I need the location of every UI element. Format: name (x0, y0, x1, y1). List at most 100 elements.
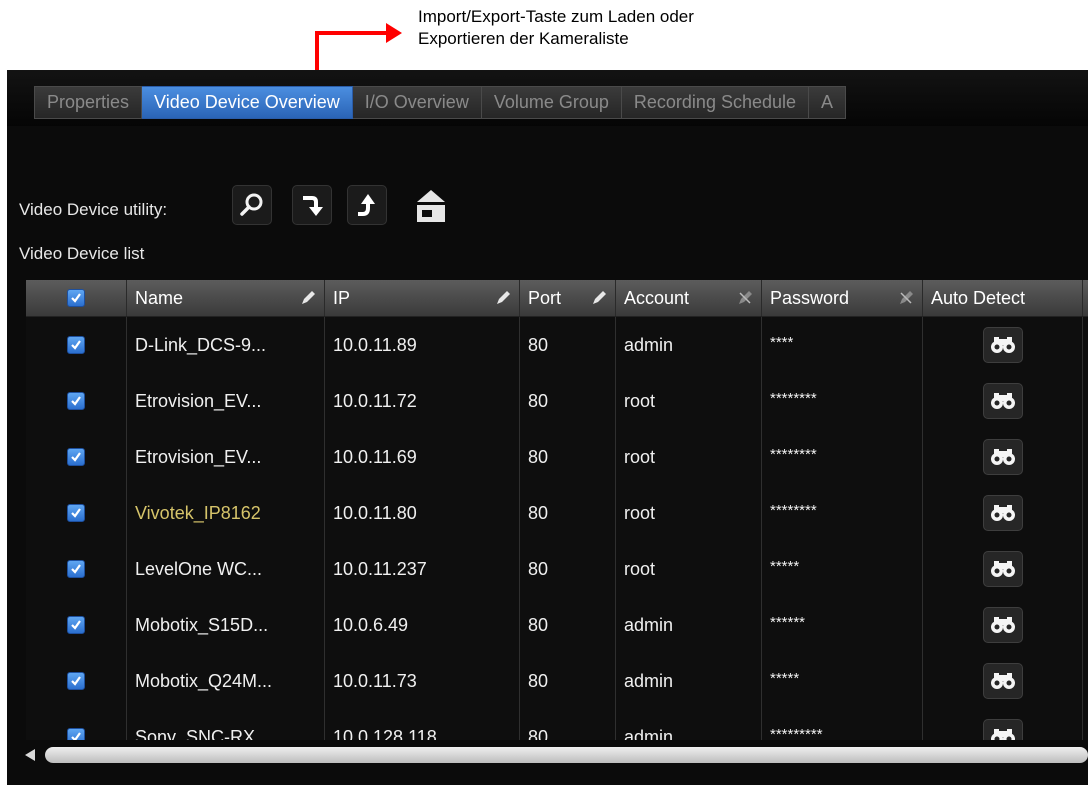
table-row[interactable]: Mobotix_Q24M... 10.0.11.73 80 admin ***** (26, 653, 1088, 710)
cell-account[interactable]: admin (616, 709, 762, 740)
cell-account[interactable]: root (616, 485, 762, 541)
table-row[interactable]: D-Link_DCS-9... 10.0.11.89 80 admin **** (26, 317, 1088, 374)
auto-detect-button[interactable] (982, 495, 1023, 531)
table-row[interactable]: Vivotek_IP8162 10.0.11.80 80 root ******** (26, 485, 1088, 542)
cell-password[interactable]: ***** (762, 653, 923, 709)
cell-port[interactable]: 80 (520, 373, 616, 429)
cell-name-text: D-Link_DCS-9... (135, 334, 267, 355)
table-row[interactable]: Etrovision_EV... 10.0.11.69 80 root ******** (26, 429, 1088, 486)
table-row[interactable]: Mobotix_S15D... 10.0.6.49 80 admin ****** (26, 597, 1088, 654)
cell-name[interactable]: Mobotix_Q24M... (127, 653, 325, 709)
select-all-checkbox[interactable] (67, 289, 85, 307)
cell-name[interactable]: Etrovision_EV... (127, 429, 325, 485)
cell-ip[interactable]: 10.0.11.80 (325, 485, 520, 541)
tab-io-overview[interactable]: I/O Overview (352, 86, 482, 119)
cell-port[interactable]: 80 (520, 429, 616, 485)
cell-account[interactable]: admin (616, 317, 762, 373)
cell-name[interactable]: Vivotek_IP8162 (127, 485, 325, 541)
header-name[interactable]: Name (127, 280, 325, 316)
cell-account[interactable]: root (616, 541, 762, 597)
cell-account-text: admin (624, 726, 674, 741)
import-button[interactable] (292, 185, 332, 225)
cell-password[interactable]: **** (762, 317, 923, 373)
row-checkbox[interactable] (67, 560, 85, 578)
cell-password[interactable]: ****** (762, 597, 923, 653)
cell-port[interactable]: 80 (520, 317, 616, 373)
cell-ip[interactable]: 10.0.128.118 (325, 709, 520, 740)
auto-detect-button[interactable] (982, 383, 1023, 419)
cell-name[interactable]: Sony_SNC-RX... (127, 709, 325, 740)
row-checkbox[interactable] (67, 616, 85, 634)
tab-volume-group[interactable]: Volume Group (481, 86, 622, 119)
cell-ip[interactable]: 10.0.11.72 (325, 373, 520, 429)
cell-port[interactable]: 80 (520, 541, 616, 597)
cell-account[interactable]: root (616, 429, 762, 485)
tab-recording-schedule[interactable]: Recording Schedule (621, 86, 810, 119)
search-button[interactable] (232, 185, 272, 225)
cell-name[interactable]: Mobotix_S15D... (127, 597, 325, 653)
cell-password-text: ********* (770, 726, 823, 740)
auto-detect-button[interactable] (982, 607, 1023, 643)
row-checkbox[interactable] (67, 728, 85, 740)
cell-ip[interactable]: 10.0.11.69 (325, 429, 520, 485)
header-port[interactable]: Port (520, 280, 616, 316)
cell-name[interactable]: Etrovision_EV... (127, 373, 325, 429)
header-ip[interactable]: IP (325, 280, 520, 316)
eject-button[interactable] (413, 188, 447, 229)
cell-port[interactable]: 80 (520, 653, 616, 709)
scrollbar-thumb[interactable] (45, 747, 1088, 763)
cell-port[interactable]: 80 (520, 597, 616, 653)
row-select (26, 653, 127, 709)
cell-port-text: 80 (528, 334, 549, 355)
cell-auto-detect (923, 541, 1083, 597)
cell-port[interactable]: 80 (520, 485, 616, 541)
row-checkbox[interactable] (67, 336, 85, 354)
cell-port-text: 80 (528, 670, 549, 691)
tab-video-device-overview[interactable]: Video Device Overview (142, 86, 353, 119)
binoculars-icon (990, 505, 1015, 521)
tab-properties[interactable]: Properties (34, 86, 143, 119)
cell-ip[interactable]: 10.0.6.49 (325, 597, 520, 653)
cell-ip-text: 10.0.6.49 (333, 614, 409, 635)
cell-password[interactable]: ********* (762, 709, 923, 740)
cell-name[interactable]: LevelOne WC... (127, 541, 325, 597)
cell-account[interactable]: admin (616, 597, 762, 653)
auto-detect-button[interactable] (982, 439, 1023, 475)
auto-detect-button[interactable] (982, 327, 1023, 363)
row-select (26, 429, 127, 485)
auto-detect-button[interactable] (982, 719, 1023, 740)
row-checkbox[interactable] (67, 448, 85, 466)
cell-account[interactable]: root (616, 373, 762, 429)
cell-password[interactable]: ******** (762, 485, 923, 541)
cell-name-text: Vivotek_IP8162 (135, 502, 261, 523)
cell-auto-detect (923, 597, 1083, 653)
header-auto-detect[interactable]: Auto Detect (923, 280, 1083, 316)
auto-detect-button[interactable] (982, 663, 1023, 699)
table-row[interactable]: Etrovision_EV... 10.0.11.72 80 root ******** (26, 373, 1088, 430)
table-row[interactable]: LevelOne WC... 10.0.11.237 80 root ***** (26, 541, 1088, 598)
cell-password[interactable]: ******** (762, 429, 923, 485)
tab-more[interactable]: A (809, 86, 847, 119)
cell-port-text: 80 (528, 558, 549, 579)
auto-detect-button[interactable] (982, 551, 1023, 587)
cell-password[interactable]: ******** (762, 373, 923, 429)
row-checkbox[interactable] (67, 504, 85, 522)
cell-ip[interactable]: 10.0.11.73 (325, 653, 520, 709)
cell-ip[interactable]: 10.0.11.89 (325, 317, 520, 373)
scroll-left-arrow-icon[interactable] (23, 748, 37, 762)
header-password[interactable]: Password (762, 280, 923, 316)
cell-port-text: 80 (528, 726, 549, 741)
cell-password[interactable]: ***** (762, 541, 923, 597)
export-button[interactable] (347, 185, 387, 225)
horizontal-scrollbar[interactable] (7, 742, 1088, 768)
cell-ip[interactable]: 10.0.11.237 (325, 541, 520, 597)
cell-name[interactable]: D-Link_DCS-9... (127, 317, 325, 373)
cell-port[interactable]: 80 (520, 709, 616, 740)
header-select-all[interactable] (26, 280, 127, 316)
header-account[interactable]: Account (616, 280, 762, 316)
cell-password-text: ******** (770, 390, 817, 407)
cell-account[interactable]: admin (616, 653, 762, 709)
row-checkbox[interactable] (67, 392, 85, 410)
row-checkbox[interactable] (67, 672, 85, 690)
table-row[interactable]: Sony_SNC-RX... 10.0.128.118 80 admin *******… (26, 709, 1088, 740)
